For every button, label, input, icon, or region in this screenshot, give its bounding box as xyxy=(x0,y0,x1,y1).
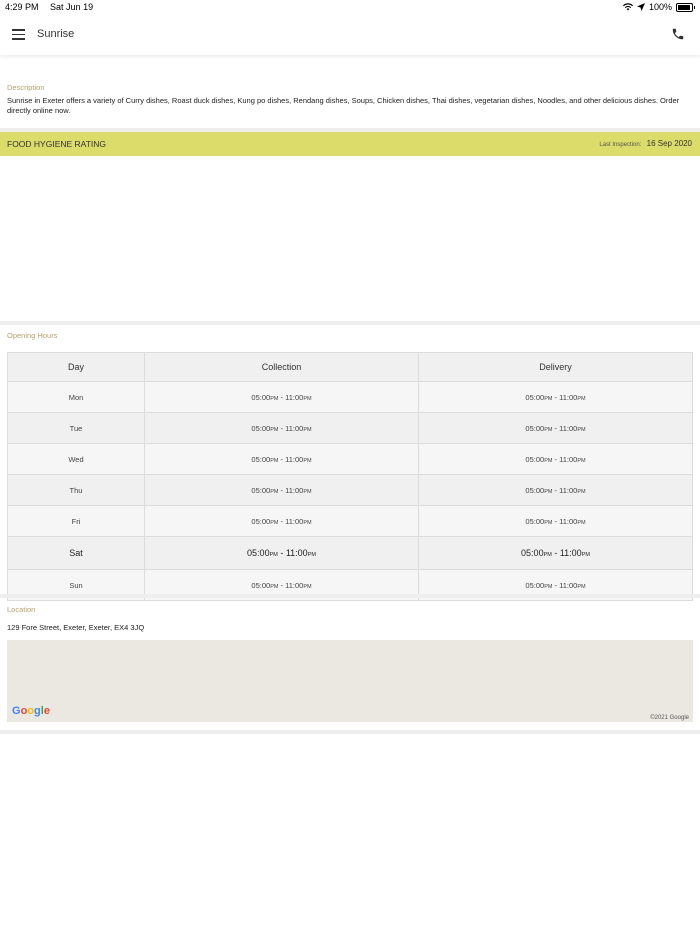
delivery-hours: 05:00PM - 11:00PM xyxy=(418,443,693,475)
collection-hours: 05:00PM - 11:00PM xyxy=(144,443,419,475)
page-title: Sunrise xyxy=(37,28,75,40)
location-arrow-icon xyxy=(636,3,645,11)
table-row: Tue 05:00PM - 11:00PM 05:00PM - 11:00PM xyxy=(7,412,693,444)
inspection-label: Last Inspection: xyxy=(599,142,642,148)
day-cell: Sat xyxy=(7,536,145,570)
table-row: Sat 05:00PM - 11:00PM 05:00PM - 11:00PM xyxy=(7,536,693,570)
description-section: Description Sunrise in Exeter offers a v… xyxy=(7,83,693,116)
delivery-hours: 05:00PM - 11:00PM xyxy=(418,412,693,444)
status-time: 4:29 PM xyxy=(5,2,39,12)
location-section: Location 129 Fore Street, Exeter, Exeter… xyxy=(7,605,693,632)
collection-hours: 05:00PM - 11:00PM xyxy=(144,474,419,506)
location-label: Location xyxy=(7,605,36,614)
delivery-hours: 05:00PM - 11:00PM xyxy=(418,536,693,570)
opening-hours-section: Opening Hours xyxy=(7,331,693,340)
collection-hours: 05:00PM - 11:00PM xyxy=(144,412,419,444)
inspection-date: 16 Sep 2020 xyxy=(646,139,692,148)
status-date: Sat Jun 19 xyxy=(50,2,94,12)
table-row: Fri 05:00PM - 11:00PM 05:00PM - 11:00PM xyxy=(7,505,693,537)
hygiene-rating-bar: FOOD HYGIENE RATING Last Inspection: 16 … xyxy=(0,132,700,156)
navigation-bar: Sunrise xyxy=(0,14,700,55)
header-delivery: Delivery xyxy=(418,352,693,382)
day-cell: Mon xyxy=(7,381,145,413)
day-cell: Fri xyxy=(7,505,145,537)
divider xyxy=(0,730,700,734)
battery-percent: 100% xyxy=(648,2,672,12)
opening-hours-table: Day Collection Delivery Mon 05:00PM - 11:… xyxy=(7,352,693,601)
header-day: Day xyxy=(7,352,145,382)
last-inspection: Last Inspection: 16 Sep 2020 xyxy=(599,139,692,148)
header-collection: Collection xyxy=(144,352,419,382)
description-text: Sunrise in Exeter offers a variety of Cu… xyxy=(7,96,680,115)
collection-hours: 05:00PM - 11:00PM xyxy=(144,536,419,570)
map-view[interactable]: Google ©2021 Google xyxy=(7,640,693,722)
hygiene-title: FOOD HYGIENE RATING xyxy=(7,139,107,149)
delivery-hours: 05:00PM - 11:00PM xyxy=(418,474,693,506)
divider xyxy=(0,321,700,325)
delivery-hours: 05:00PM - 11:00PM xyxy=(418,505,693,537)
table-row: Wed 05:00PM - 11:00PM 05:00PM - 11:00PM xyxy=(7,443,693,475)
opening-hours-label: Opening Hours xyxy=(7,331,58,340)
collection-hours: 05:00PM - 11:00PM xyxy=(144,381,419,413)
description-label: Description xyxy=(7,83,45,92)
day-cell: Thu xyxy=(7,474,145,506)
menu-icon[interactable] xyxy=(12,29,25,43)
google-logo: Google xyxy=(12,705,50,717)
day-cell: Wed xyxy=(7,443,145,475)
address-text: 129 Fore Street, Exeter, Exeter, EX4 3JQ xyxy=(7,623,145,632)
table-row: Mon 05:00PM - 11:00PM 05:00PM - 11:00PM xyxy=(7,381,693,413)
delivery-hours: 05:00PM - 11:00PM xyxy=(418,381,693,413)
divider xyxy=(0,594,700,598)
map-copyright: ©2021 Google xyxy=(650,715,689,721)
table-row: Thu 05:00PM - 11:00PM 05:00PM - 11:00PM xyxy=(7,474,693,506)
status-bar: 4:29 PM Sat Jun 19 100% xyxy=(0,0,700,14)
collection-hours: 05:00PM - 11:00PM xyxy=(144,505,419,537)
day-cell: Tue xyxy=(7,412,145,444)
phone-icon[interactable] xyxy=(671,27,685,41)
wifi-icon xyxy=(622,3,633,11)
battery-icon xyxy=(676,2,693,12)
